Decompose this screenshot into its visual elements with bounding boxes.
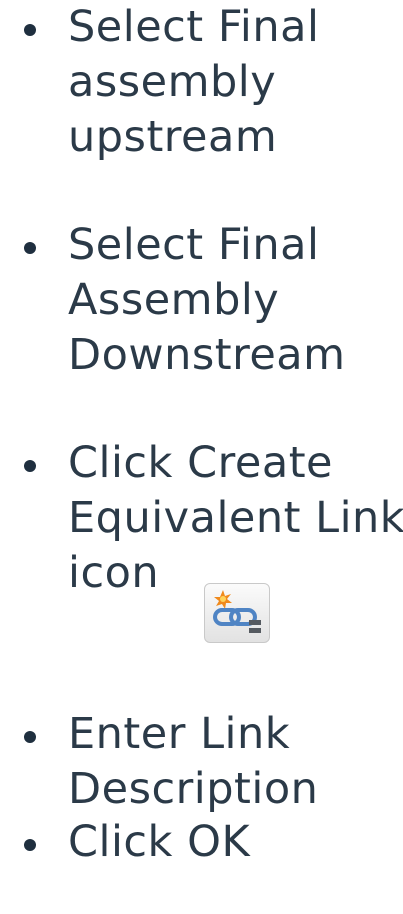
instruction-text: Select Final assembly upstream bbox=[68, 0, 398, 165]
bullet-dot bbox=[24, 731, 36, 743]
equivalent-bars-icon bbox=[249, 620, 261, 633]
instruction-line: Select Final bbox=[68, 220, 320, 270]
instruction-line: Click OK bbox=[68, 817, 251, 867]
bullet-dot bbox=[24, 460, 36, 472]
instruction-text: Click OK bbox=[68, 815, 398, 870]
instruction-line: Equivalent Link bbox=[68, 493, 403, 543]
bullet-dot bbox=[24, 242, 36, 254]
instruction-text: Click Create Equivalent Link icon bbox=[68, 436, 403, 601]
instruction-line: upstream bbox=[68, 112, 278, 162]
instruction-line: Click Create bbox=[68, 438, 334, 488]
instruction-line: Downstream bbox=[68, 330, 346, 380]
instruction-line: assembly bbox=[68, 57, 277, 107]
instruction-text: Enter Link Description bbox=[68, 707, 398, 817]
create-equivalent-link-icon[interactable] bbox=[204, 583, 270, 643]
instruction-text: Select Final Assembly Downstream bbox=[68, 218, 398, 383]
link-icon-graphic bbox=[213, 590, 261, 633]
bullet-dot bbox=[24, 839, 36, 851]
instruction-line: Assembly bbox=[68, 275, 280, 325]
instruction-line: Select Final bbox=[68, 2, 320, 52]
instruction-line: Enter Link bbox=[68, 709, 291, 759]
bullet-dot bbox=[24, 24, 36, 36]
instruction-line: Description bbox=[68, 764, 319, 814]
starburst-icon bbox=[214, 590, 232, 609]
instruction-slide: Select Final assembly upstream Select Fi… bbox=[0, 0, 403, 914]
